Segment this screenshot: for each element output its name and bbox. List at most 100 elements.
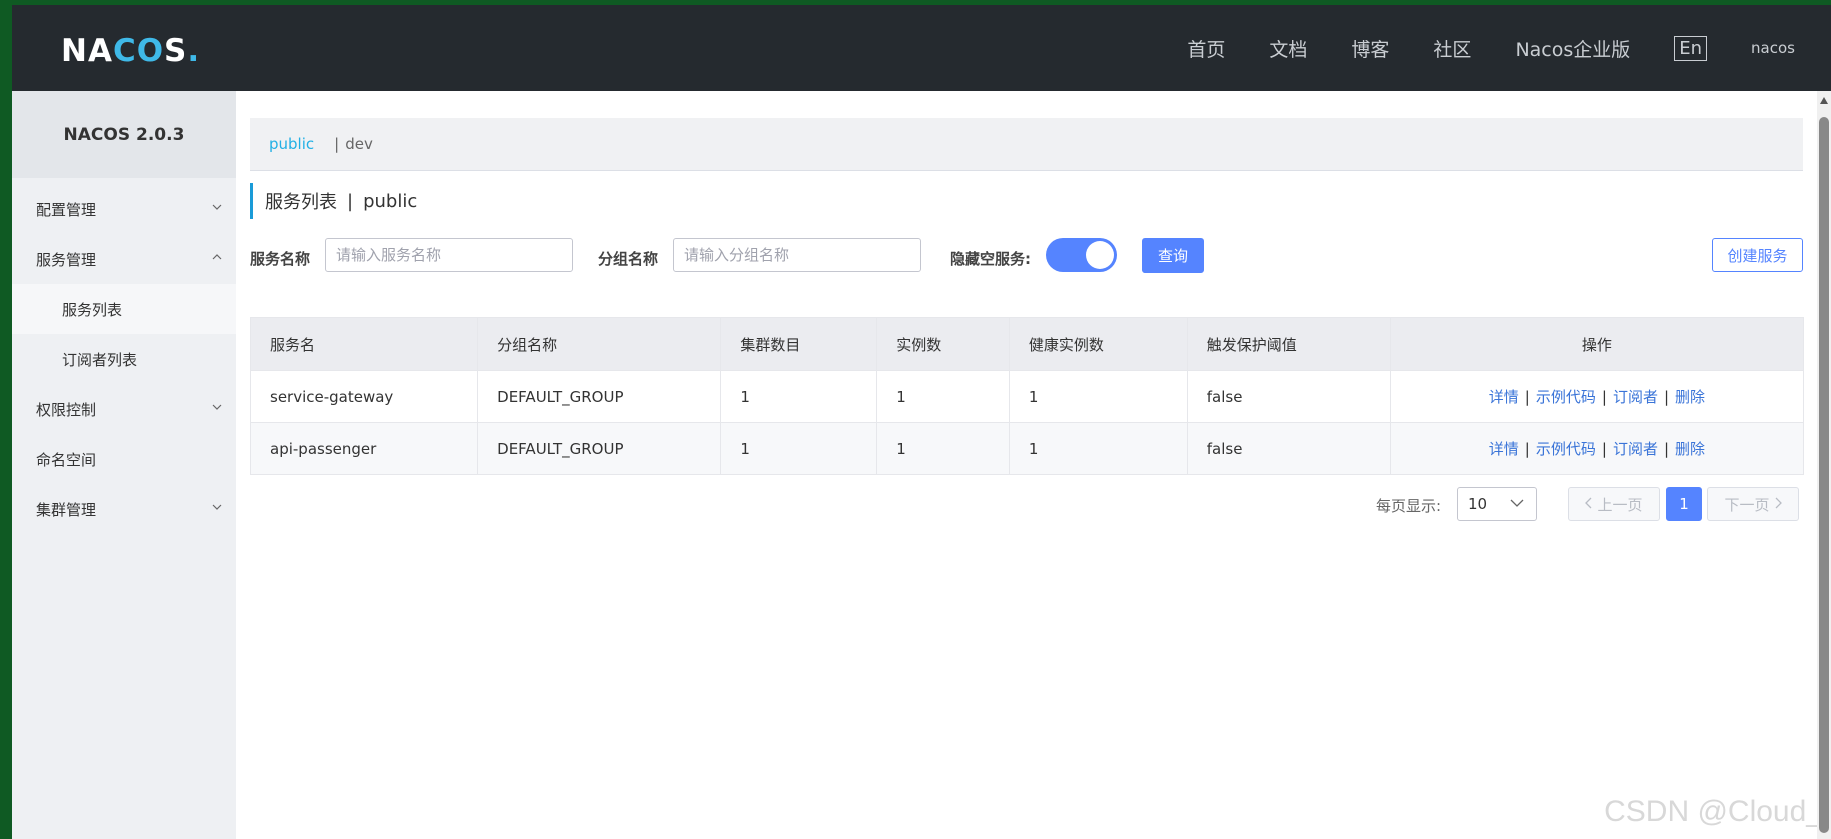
col-header-cluster-count: 集群数目	[720, 317, 878, 371]
pagination: 每页显示: 10 上一页 1 下一页	[1231, 487, 1831, 523]
op-separator: |	[1524, 440, 1530, 458]
cell-service-name: api-passenger	[249, 422, 479, 475]
cell-operations: 详情 | 示例代码 | 订阅者 | 删除	[1389, 370, 1805, 423]
chevron-down-icon	[1510, 494, 1524, 512]
page-size-label: 每页显示:	[1375, 497, 1441, 515]
chevron-down-icon	[212, 500, 222, 515]
page-size-value: 10	[1468, 495, 1488, 513]
top-navbar: NACOS. 首页 文档 博客 社区 Nacos企业版 En nacos	[12, 5, 1831, 91]
page-title-text: 服务列表	[265, 192, 337, 213]
delete-link[interactable]: 删除	[1675, 440, 1705, 458]
col-header-operations: 操作	[1389, 317, 1805, 371]
page-title-namespace: public	[363, 190, 418, 212]
chevron-down-icon	[212, 200, 222, 215]
page-title: 服务列表 | public	[250, 183, 417, 219]
vertical-scrollbar[interactable]	[1817, 91, 1831, 839]
detail-link[interactable]: 详情	[1489, 388, 1519, 406]
logo-text-start: NA	[61, 33, 113, 69]
service-name-label: 服务名称	[250, 250, 311, 268]
op-separator: |	[1524, 388, 1530, 406]
op-separator: |	[1663, 388, 1670, 406]
cell-group-name: DEFAULT_GROUP	[477, 422, 722, 475]
app-window: NACOS. 首页 文档 博客 社区 Nacos企业版 En nacos NAC…	[12, 5, 1831, 839]
col-header-service-name: 服务名	[249, 317, 479, 371]
table-row: service-gateway DEFAULT_GROUP 1 1 1 fals…	[249, 370, 1805, 423]
namespace-tab-public[interactable]: public	[269, 135, 314, 153]
sidebar-item-config[interactable]: 配置管理	[12, 184, 236, 234]
cell-instance-count: 1	[876, 422, 1010, 475]
namespace-bar: public | dev	[250, 118, 1803, 171]
scrollbar-thumb[interactable]	[1819, 117, 1829, 833]
watermark: CSDN @Cloud_	[1604, 795, 1823, 828]
logo-text-accent: CO	[112, 33, 165, 69]
sample-code-link[interactable]: 示例代码	[1536, 388, 1596, 406]
filter-bar: 服务名称 分组名称 隐藏空服务: 查询 创建服务	[250, 238, 1803, 282]
op-separator: |	[1663, 440, 1670, 458]
prev-page-label: 上一页	[1597, 495, 1643, 514]
main-content: public | dev 服务列表 | public 服务名称 分组名称 隐藏空…	[236, 91, 1831, 839]
cell-cluster-count: 1	[720, 370, 878, 423]
hide-empty-label: 隐藏空服务:	[950, 250, 1031, 268]
service-name-input[interactable]	[325, 238, 573, 272]
col-header-group-name: 分组名称	[477, 317, 722, 371]
cell-healthy-count: 1	[1008, 422, 1188, 475]
delete-link[interactable]: 删除	[1675, 388, 1705, 406]
logo-text-end: S	[164, 33, 188, 69]
user-menu[interactable]: nacos	[1751, 39, 1795, 57]
namespace-separator: |	[334, 135, 340, 153]
chevron-right-icon	[1774, 495, 1782, 513]
logo-dot: .	[187, 33, 201, 69]
nav-enterprise[interactable]: Nacos企业版	[1515, 35, 1630, 62]
sidebar-item-label: 权限控制	[36, 400, 97, 419]
nav-community[interactable]: 社区	[1433, 35, 1471, 62]
col-header-instance-count: 实例数	[876, 317, 1010, 371]
page-size-select[interactable]: 10	[1457, 487, 1537, 521]
sample-code-link[interactable]: 示例代码	[1536, 440, 1596, 458]
subscriber-link[interactable]: 订阅者	[1613, 440, 1658, 458]
table-header-row: 服务名 分组名称 集群数目 实例数 健康实例数 触发保护阈值 操作	[249, 317, 1805, 371]
chevron-left-icon	[1585, 495, 1593, 513]
sidebar-item-auth[interactable]: 权限控制	[12, 384, 236, 434]
cell-healthy-count: 1	[1008, 370, 1188, 423]
chevron-down-icon	[212, 400, 222, 415]
sidebar-item-service-list[interactable]: 服务列表	[12, 284, 236, 334]
sidebar-item-label: 配置管理	[36, 200, 97, 219]
namespace-tab-dev[interactable]: dev	[345, 135, 373, 153]
chevron-up-icon	[212, 250, 222, 265]
op-separator: |	[1601, 388, 1607, 406]
col-header-healthy-count: 健康实例数	[1008, 317, 1188, 371]
hide-empty-toggle[interactable]	[1046, 238, 1117, 272]
page-number-current[interactable]: 1	[1666, 487, 1702, 521]
sidebar-item-service[interactable]: 服务管理	[12, 234, 236, 284]
service-table: 服务名 分组名称 集群数目 实例数 健康实例数 触发保护阈值 操作 servic…	[249, 317, 1805, 475]
subscriber-link[interactable]: 订阅者	[1613, 388, 1658, 406]
nav-docs[interactable]: 文档	[1269, 35, 1307, 62]
page-title-separator: |	[347, 190, 354, 212]
cell-protect-threshold: false	[1186, 422, 1391, 475]
nav-blog[interactable]: 博客	[1351, 35, 1389, 62]
prev-page-button[interactable]: 上一页	[1568, 487, 1660, 521]
group-name-label: 分组名称	[598, 250, 659, 268]
nav-home[interactable]: 首页	[1187, 35, 1225, 62]
sidebar: NACOS 2.0.3 配置管理 服务管理 服务列表 订阅者列表 权限控制 命名…	[12, 91, 236, 839]
create-service-button[interactable]: 创建服务	[1712, 238, 1803, 272]
sidebar-item-label: 服务管理	[36, 250, 97, 269]
query-button[interactable]: 查询	[1142, 238, 1204, 273]
cell-group-name: DEFAULT_GROUP	[477, 370, 722, 423]
cell-instance-count: 1	[876, 370, 1010, 423]
next-page-label: 下一页	[1724, 495, 1770, 514]
nacos-logo[interactable]: NACOS.	[61, 33, 200, 69]
cell-cluster-count: 1	[720, 422, 878, 475]
cell-operations: 详情 | 示例代码 | 订阅者 | 删除	[1389, 422, 1805, 475]
sidebar-item-subscriber-list[interactable]: 订阅者列表	[12, 334, 236, 384]
sidebar-item-label: 集群管理	[36, 500, 97, 519]
sidebar-item-cluster[interactable]: 集群管理	[12, 484, 236, 534]
toggle-knob	[1086, 241, 1114, 269]
group-name-input[interactable]	[673, 238, 921, 272]
scroll-up-arrow-icon[interactable]	[1820, 97, 1828, 104]
table-row: api-passenger DEFAULT_GROUP 1 1 1 false …	[249, 422, 1805, 475]
sidebar-item-namespace[interactable]: 命名空间	[12, 434, 236, 484]
next-page-button[interactable]: 下一页	[1707, 487, 1799, 521]
detail-link[interactable]: 详情	[1489, 440, 1519, 458]
language-switch-button[interactable]: En	[1674, 35, 1708, 61]
